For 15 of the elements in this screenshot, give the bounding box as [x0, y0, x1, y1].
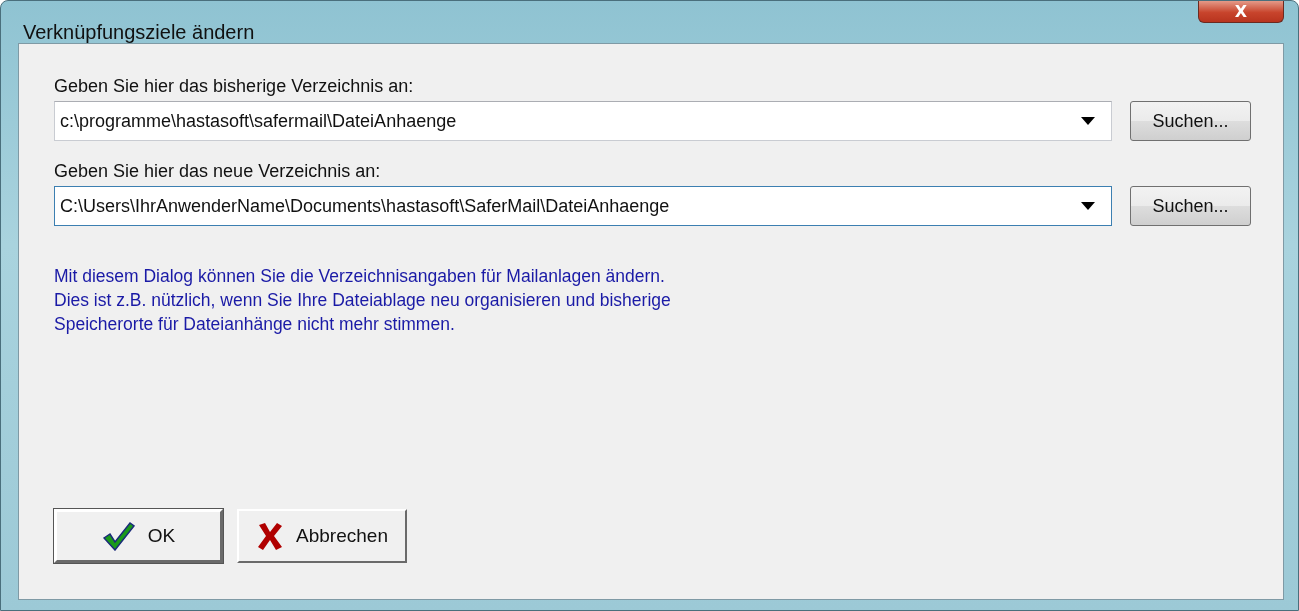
dropdown-caret-icon: [1081, 202, 1095, 210]
path-combobox[interactable]: c:\programme\hastasoft\safermail\DateiAnhaenge: [54, 101, 1112, 141]
cancel-button[interactable]: Abbrechen: [237, 509, 407, 563]
cross-icon: [256, 521, 285, 551]
close-button[interactable]: X: [1198, 1, 1284, 23]
checkmark-icon: [101, 521, 136, 551]
browse-button[interactable]: Suchen...: [1130, 101, 1251, 141]
path-combobox[interactable]: C:\Users\IhrAnwenderName\Documents\hastasoft\SaferMail\DateiAnhaenge: [54, 186, 1112, 226]
info-text: Mit diesem Dialog können Sie die Verzeichnisangaben für Mailanlagen ändern. Dies ist z.B. nützlich, wenn Sie Ihre Dateiablage neu organisieren und bisherige Speicherorte für Dateianhänge nicht mehr stimmen.: [54, 265, 672, 336]
browse-button[interactable]: Suchen...: [1130, 186, 1251, 226]
ok-button[interactable]: OK: [54, 509, 223, 563]
field-label: Geben Sie hier das neue Verzeichnis an:: [54, 161, 382, 182]
dropdown-caret-icon: [1081, 117, 1095, 125]
field-label: Geben Sie hier das bisherige Verzeichnis an:: [54, 76, 415, 97]
window-title: Verknüpfungsziele ändern: [23, 21, 255, 44]
